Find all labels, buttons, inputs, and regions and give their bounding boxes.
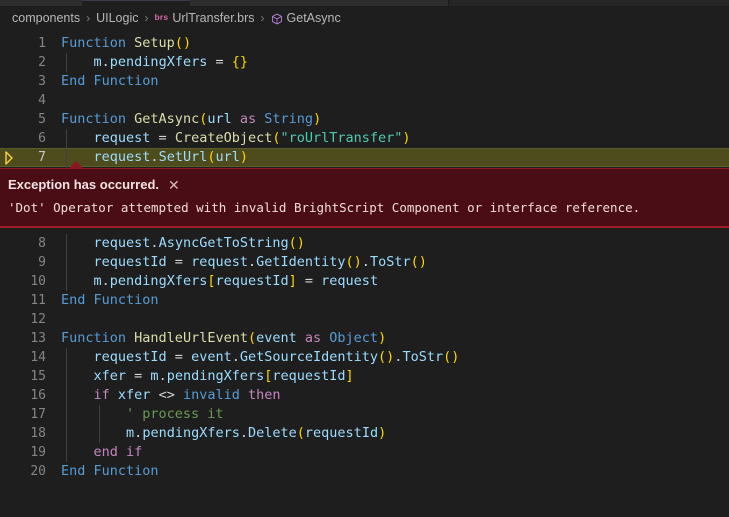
code-line[interactable]: 18 m.pendingXfers.Delete(requestId) <box>0 424 729 443</box>
code-text: request.AsyncGetToString() <box>93 235 305 251</box>
code-text: xfer = m.pendingXfers[requestId] <box>93 368 354 384</box>
code-text: End Function <box>61 292 159 308</box>
code-line[interactable]: 16 if xfer <> invalid then <box>0 386 729 405</box>
code-line[interactable]: 6 request = CreateObject("roUrlTransfer"… <box>0 129 729 148</box>
exception-header: Exception has occurred. ✕ <box>0 169 729 194</box>
breadcrumb-separator-icon: › <box>260 11 265 25</box>
code-text: m.pendingXfers = {} <box>93 54 249 70</box>
line-number: 7 <box>38 150 46 165</box>
code-text: request = CreateObject("roUrlTransfer") <box>93 130 411 146</box>
code-line[interactable]: 7 request.SetUrl(url) <box>0 148 729 168</box>
line-number: 5 <box>38 112 46 127</box>
line-number: 14 <box>30 350 46 365</box>
code-text: Function HandleUrlEvent(event as Object) <box>61 330 387 346</box>
code-line[interactable]: 9 requestId = request.GetIdentity().ToSt… <box>0 253 729 272</box>
line-number: 12 <box>30 312 46 327</box>
line-number: 2 <box>38 55 46 70</box>
line-number: 3 <box>38 74 46 89</box>
breadcrumb-item-components[interactable]: components <box>12 11 80 25</box>
line-number: 8 <box>38 236 46 251</box>
code-text: End Function <box>61 73 159 89</box>
line-number: 6 <box>38 131 46 146</box>
line-number: 4 <box>38 93 46 108</box>
code-line[interactable]: 10 m.pendingXfers[requestId] = request <box>0 272 729 291</box>
code-line[interactable]: 14 requestId = event.GetSourceIdentity()… <box>0 348 729 367</box>
code-text: request.SetUrl(url) <box>93 149 249 165</box>
close-icon[interactable]: ✕ <box>168 178 180 192</box>
symbol-object-icon <box>271 13 283 28</box>
exception-pointer-icon <box>68 161 84 169</box>
line-number: 17 <box>30 407 46 422</box>
line-number: 11 <box>30 293 46 308</box>
breadcrumb-item-uilogic[interactable]: UILogic <box>96 11 138 25</box>
code-line[interactable]: 8 request.AsyncGetToString() <box>0 234 729 253</box>
code-line[interactable]: 17 ' process it <box>0 405 729 424</box>
code-line[interactable]: 15 xfer = m.pendingXfers[requestId] <box>0 367 729 386</box>
code-text: End Function <box>61 463 159 479</box>
code-line[interactable]: 12 <box>0 310 729 329</box>
code-text: requestId = request.GetIdentity().ToStr(… <box>93 254 427 270</box>
breadcrumb-item-urltransfer-brs[interactable]: UrlTransfer.brs <box>172 11 254 25</box>
brs-file-icon: brs <box>154 12 169 22</box>
line-number: 10 <box>30 274 46 289</box>
breadcrumb-item-getasync[interactable]: GetAsync <box>287 11 341 25</box>
code-text: if xfer <> invalid then <box>93 387 281 403</box>
code-line[interactable]: 19 end if <box>0 443 729 462</box>
breadcrumb-separator-icon: › <box>86 11 91 25</box>
code-text: Function Setup() <box>61 35 192 51</box>
exception-title: Exception has occurred. <box>8 177 159 192</box>
exception-message: 'Dot' Operator attempted with invalid Br… <box>8 200 641 215</box>
code-line[interactable]: 3 End Function <box>0 72 729 91</box>
line-number: 13 <box>30 331 46 346</box>
line-number: 15 <box>30 369 46 384</box>
exception-widget: Exception has occurred. ✕ 'Dot' Operator… <box>0 161 729 228</box>
line-number: 20 <box>30 464 46 479</box>
code-line[interactable]: 4 <box>0 91 729 110</box>
editor-tab[interactable] <box>314 0 449 6</box>
code-text: Function GetAsync(url as String) <box>61 111 322 127</box>
code-text: ' process it <box>61 406 224 422</box>
editor-tab[interactable] <box>0 0 83 6</box>
code-text: m.pendingXfers[requestId] = request <box>93 273 379 289</box>
code-text: end if <box>93 444 143 460</box>
code-line[interactable]: 5 Function GetAsync(url as String) <box>0 110 729 129</box>
breadcrumb-separator-icon: › <box>144 11 149 25</box>
code-line[interactable]: 1 Function Setup() <box>0 34 729 53</box>
editor-tab-active[interactable] <box>82 0 191 7</box>
line-number: 16 <box>30 388 46 403</box>
vscode-editor-window: components › UILogic › brs UrlTransfer.b… <box>0 0 729 517</box>
line-number: 18 <box>30 426 46 441</box>
code-editor[interactable]: 1 Function Setup() 2 m.pendingXfers = {} 3 E… <box>0 29 729 517</box>
editor-tab-strip[interactable] <box>0 0 729 7</box>
code-line[interactable]: 20 End Function <box>0 462 729 481</box>
code-line[interactable]: 11 End Function <box>0 291 729 310</box>
editor-tab[interactable] <box>190 0 315 6</box>
line-number: 1 <box>38 36 46 51</box>
code-text: m.pendingXfers.Delete(requestId) <box>126 425 387 441</box>
code-line[interactable]: 13 Function HandleUrlEvent(event as Objec… <box>0 329 729 348</box>
code-line[interactable]: 2 m.pendingXfers = {} <box>0 53 729 72</box>
code-text: requestId = event.GetSourceIdentity().To… <box>93 349 460 365</box>
breadcrumb: components › UILogic › brs UrlTransfer.b… <box>0 7 729 29</box>
line-number: 9 <box>38 255 46 270</box>
line-number: 19 <box>30 445 46 460</box>
